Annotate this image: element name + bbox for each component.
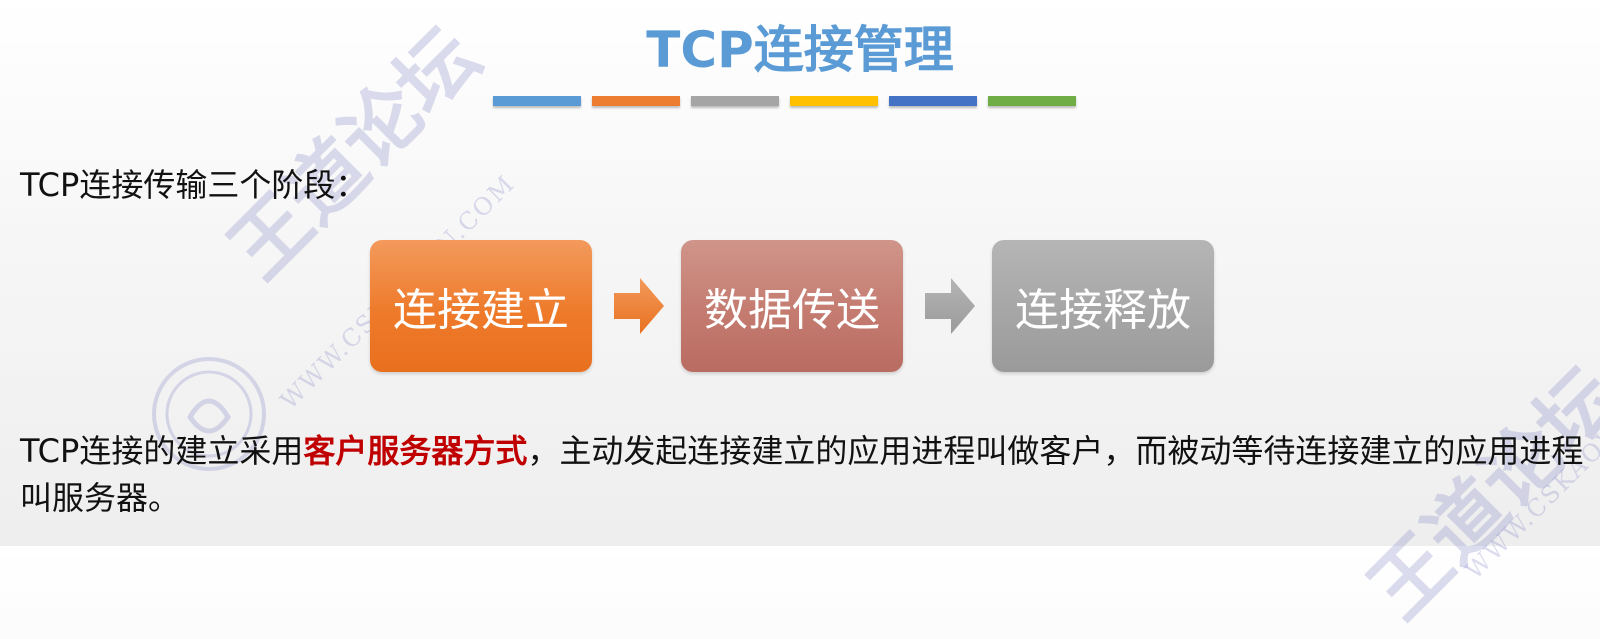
accent-bar [691, 96, 779, 106]
slide: 王道论坛 WWW.CSKAOYAN.COM 王道论坛 WWW.CSKAOYAN.… [0, 0, 1600, 636]
accent-bar [493, 96, 581, 106]
page-title: TCP连接管理 [646, 21, 954, 79]
accent-bar [790, 96, 878, 106]
stage-connection-establish: 连接建立 [370, 240, 592, 372]
arrow-right-icon [614, 278, 664, 334]
intro-text: TCP连接传输三个阶段： [20, 166, 368, 204]
arrow-right-icon [925, 278, 975, 334]
stage-connection-release: 连接释放 [992, 240, 1214, 372]
accent-bar [889, 96, 977, 106]
accent-bar [988, 96, 1076, 106]
stage-data-transfer: 数据传送 [681, 240, 903, 372]
accent-bar [592, 96, 680, 106]
body-paragraph: TCP连接的建立采用客户服务器方式，主动发起连接建立的应用进程叫做客户，而被动等… [20, 428, 1585, 522]
accent-bars [493, 96, 1076, 106]
paragraph-prefix: TCP连接的建立采用 [20, 432, 304, 470]
paragraph-highlight: 客户服务器方式 [303, 432, 528, 470]
